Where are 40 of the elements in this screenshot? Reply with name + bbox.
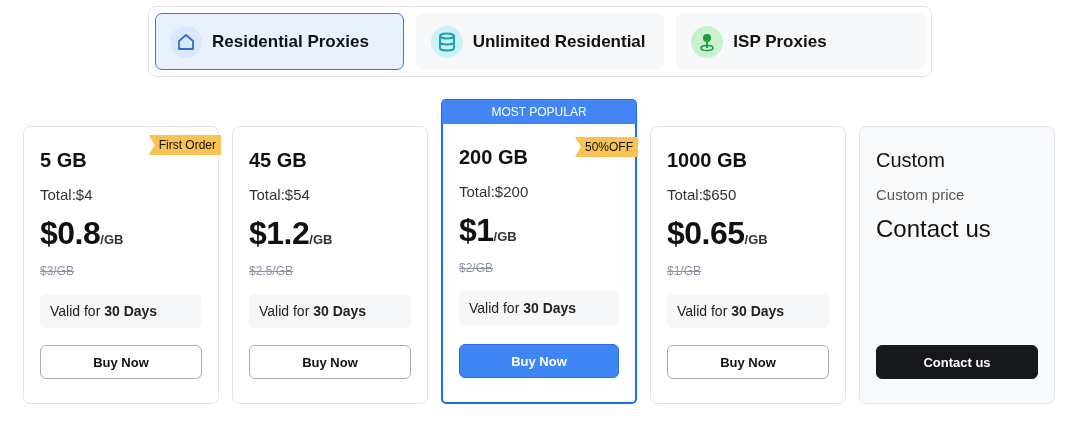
validity-note: Valid for 30 Days [249, 294, 411, 328]
plan-size: 5 GB [40, 149, 88, 172]
buy-button[interactable]: Buy Now [459, 344, 619, 378]
ribbon-badge: 50%OFF [575, 137, 638, 157]
popular-banner: MOST POPULAR [442, 100, 636, 124]
plan-size: 45 GB [249, 149, 308, 172]
old-price: $2.5/GB [249, 264, 295, 278]
plan-price: $1.2 [249, 215, 310, 252]
validity-note: Valid for 30 Days [459, 291, 619, 325]
validity-note: Valid for 30 Days [40, 294, 202, 328]
product-tab[interactable]: ISP Proxies [676, 13, 925, 70]
database-icon [430, 25, 463, 58]
price-unit: /GB [744, 232, 768, 247]
contact-button[interactable]: Contact us [876, 345, 1038, 379]
plan-total: Total:$650 [667, 186, 738, 203]
plan-total: Total:$200 [459, 183, 530, 200]
plan-size: Custom [876, 149, 946, 172]
price-unit: /GB [493, 229, 517, 244]
buy-button[interactable]: Buy Now [667, 345, 829, 379]
plan-total: Total:$4 [40, 186, 94, 203]
plan-total: Custom price [876, 186, 966, 203]
plan-size: 1000 GB [667, 149, 749, 172]
old-price: $3/GB [40, 264, 76, 278]
old-price: $1/GB [667, 264, 703, 278]
validity-note: Valid for 30 Days [667, 294, 829, 328]
buy-button[interactable]: Buy Now [249, 345, 411, 379]
plan-price: Contact us [876, 215, 991, 243]
product-tab[interactable]: Residential Proxies [155, 13, 404, 70]
plan-price: $0.8 [40, 215, 101, 252]
location-pin-icon [691, 25, 724, 58]
old-price: $2/GB [459, 261, 495, 275]
plan-price: $0.65 [667, 215, 745, 252]
price-unit: /GB [309, 232, 333, 247]
plan-total: Total:$54 [249, 186, 311, 203]
ribbon-badge: First Order [148, 135, 221, 155]
buy-button[interactable]: Buy Now [40, 345, 202, 379]
price-unit: /GB [100, 232, 124, 247]
home-icon [170, 25, 202, 58]
product-tab[interactable]: Unlimited Residential [415, 13, 665, 70]
plan-price: $1 [459, 212, 494, 249]
